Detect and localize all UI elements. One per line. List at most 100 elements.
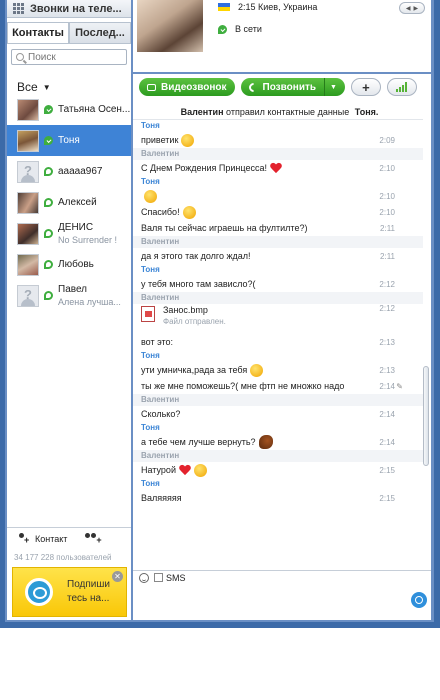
expand-profile-button[interactable]: ◀ ▶	[399, 2, 425, 14]
message-input[interactable]	[139, 587, 409, 617]
close-icon[interactable]: ✕	[112, 571, 123, 582]
contact-item[interactable]: ааааа967	[7, 156, 131, 187]
message[interactable]: приветик 2:09	[133, 132, 423, 148]
offline-status-icon	[44, 198, 53, 207]
message[interactable]: вот это: 2:13	[133, 334, 423, 350]
message[interactable]: Валя ты сейчас играешь на фултилте?) 2:11	[133, 220, 423, 236]
message[interactable]: Спасибо! 2:10	[133, 204, 423, 220]
message-time: 2:10	[379, 163, 395, 173]
message-text: вот это:	[141, 337, 174, 347]
message[interactable]: Валяяяяя 2:15	[133, 490, 423, 506]
call-toolbar: Видеозвонок Позвонить ▼ +	[133, 74, 431, 100]
add-people-button[interactable]: +	[350, 78, 381, 96]
contact-item[interactable]: ДЕНИС No Surrender !	[7, 218, 131, 249]
smile-emoticon-icon	[181, 133, 195, 147]
message-text: да я этого так долго ждал!	[141, 251, 251, 261]
message-sender: Валентин	[133, 236, 423, 248]
promo-line-1: Подпиши	[67, 579, 110, 590]
contact-mood: Алена лучша...	[58, 296, 121, 307]
message[interactable]: а тебе чем лучше вернуть? 2:14	[133, 434, 423, 450]
location-row: 2:15 Киев, Украина	[218, 2, 317, 12]
system-text: отправил контактные данные	[226, 106, 350, 117]
contacts-filter[interactable]: Все ▼	[17, 80, 51, 94]
file-name: Занос.bmp	[163, 305, 208, 315]
message-time: 2:10	[379, 207, 395, 217]
call-phones-button[interactable]: Звонки на теле...	[7, 0, 131, 18]
emoticon-picker-icon[interactable]	[139, 572, 149, 583]
send-button[interactable]	[411, 592, 427, 608]
message[interactable]: 2:10	[133, 188, 423, 204]
contact-item[interactable]: Татьяна Осен...	[7, 94, 131, 125]
blush-emoticon-icon	[193, 463, 207, 477]
message[interactable]: у тебя много там зависло?(2:12	[133, 276, 423, 292]
message-time: 2:14	[379, 409, 395, 419]
contact-item[interactable]: Алексей	[7, 187, 131, 218]
promo-banner[interactable]: Подпиши тесь на... ✕	[12, 567, 127, 617]
signal-strength-icon	[396, 82, 408, 92]
contact-name: Татьяна Осен...	[58, 103, 131, 115]
file-transfer[interactable]: Занос.bmp Файл отправлен. 2:12	[133, 304, 423, 334]
avatar	[17, 191, 39, 214]
add-contact-label: Контакт	[35, 533, 68, 544]
add-label: +	[362, 79, 370, 95]
message-sender: Тоня	[133, 120, 423, 132]
message-scrollbar[interactable]	[423, 104, 429, 584]
call-quality-button[interactable]	[386, 78, 417, 96]
compose-area	[133, 584, 431, 620]
message-time: 2:12	[379, 279, 395, 289]
tab-recent[interactable]: Послед...	[69, 22, 131, 43]
heart-emoticon-icon	[270, 163, 282, 174]
sms-checkbox[interactable]	[154, 573, 163, 582]
window-frame-bottom	[0, 622, 440, 628]
system-target: Тоня.	[354, 106, 379, 117]
edit-pencil-icon[interactable]: ✎	[396, 382, 403, 391]
video-call-button[interactable]: Видеозвонок	[139, 78, 235, 96]
avatar	[17, 222, 39, 245]
message-time: 2:14	[379, 381, 395, 391]
message[interactable]: С Днем Рождения Принцесса! 2:10	[133, 160, 423, 176]
message-time: 2:13	[379, 365, 395, 375]
squirrel-emoticon-icon	[258, 435, 273, 449]
message-text: Валяяяяя	[141, 493, 182, 503]
location-text: 2:15 Киев, Украина	[238, 2, 318, 12]
contact-list: Татьяна Осен... Тоня ааааа967 Алексей ДЕ	[7, 94, 131, 311]
message-text: Сколько?	[141, 409, 181, 419]
search-box[interactable]	[11, 49, 127, 65]
message-text: ты же мне поможешь?( мне фтп не множко н…	[141, 381, 345, 391]
message[interactable]: Сколько? 2:14	[133, 406, 423, 422]
message-text: ути умничка,рада за тебя	[141, 365, 248, 375]
compose-options: SMS	[133, 570, 431, 584]
message-sender: Тоня	[133, 478, 423, 490]
chevron-down-icon: ▼	[42, 82, 51, 92]
contact-name: ааааа967	[58, 165, 103, 177]
message-sender: Валентин	[133, 394, 423, 406]
message[interactable]: да я этого так долго ждал! 2:11	[133, 248, 423, 264]
message[interactable]: ты же мне поможешь?( мне фтп не множко н…	[133, 378, 423, 394]
contact-item[interactable]: ПавелАлена лучша...	[7, 280, 131, 311]
contact-profile-header: 2:15 Киев, Украина В сети ◀ ▶	[133, 0, 431, 72]
contact-item-selected[interactable]: Тоня	[7, 125, 131, 156]
search-input[interactable]	[28, 51, 118, 63]
message-time: 2:15	[379, 493, 395, 503]
window-frame-left	[0, 0, 5, 628]
add-group-icon[interactable]	[85, 532, 103, 545]
kiss-emoticon-icon	[182, 205, 196, 219]
conversation-pane: Видеозвонок Позвонить ▼ + Валентин отпра…	[133, 74, 431, 620]
message[interactable]: Натурой 2:15	[133, 462, 423, 478]
online-status-icon	[218, 24, 227, 34]
contact-name: ДЕНИС	[58, 221, 94, 233]
offline-status-icon	[44, 260, 53, 269]
chevron-down-icon[interactable]: ▼	[330, 84, 337, 91]
contacts-footer: Контакт	[7, 527, 131, 549]
scrollbar-thumb[interactable]	[423, 366, 429, 466]
tab-contacts[interactable]: Контакты	[7, 22, 69, 43]
message-sender: Тоня	[133, 422, 423, 434]
offline-status-icon	[44, 229, 53, 238]
call-button[interactable]: Позвонить ▼	[240, 78, 345, 96]
contact-item[interactable]: Любовь	[7, 249, 131, 280]
message[interactable]: ути умничка,рада за тебя 2:13	[133, 362, 423, 378]
avatar-placeholder-icon	[17, 160, 39, 183]
add-contact-button[interactable]: Контакт	[17, 532, 68, 545]
avatar	[17, 129, 39, 152]
divider	[324, 78, 326, 96]
